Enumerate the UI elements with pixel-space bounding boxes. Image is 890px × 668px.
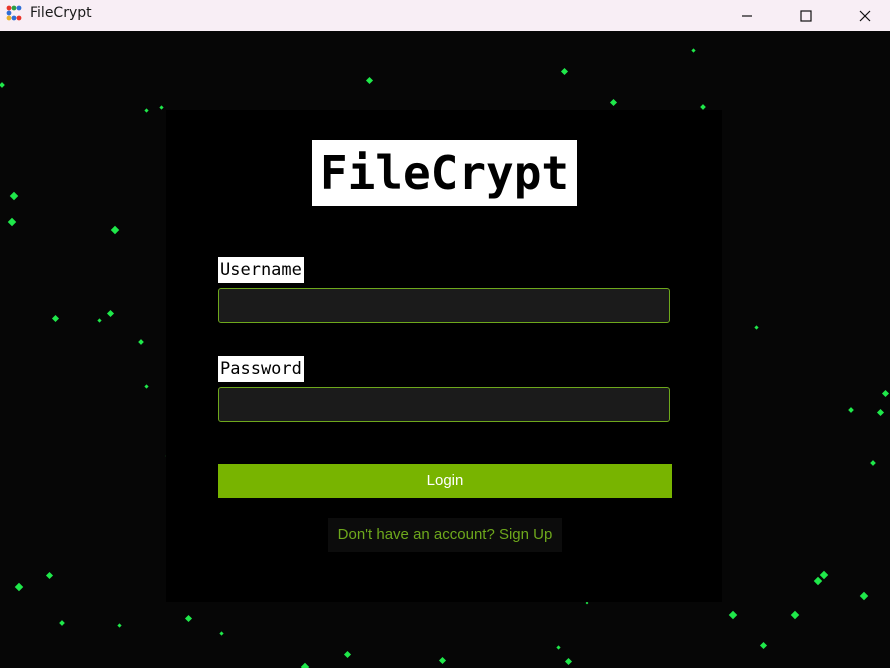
username-label: Username bbox=[218, 257, 304, 283]
particle bbox=[876, 408, 885, 417]
particle bbox=[117, 623, 122, 628]
particle bbox=[691, 48, 696, 53]
particle bbox=[870, 460, 876, 466]
particle bbox=[609, 98, 618, 107]
title-bar[interactable]: FileCrypt bbox=[0, 0, 890, 31]
maximize-icon bbox=[800, 9, 812, 22]
particle bbox=[144, 384, 149, 389]
window-title: FileCrypt bbox=[30, 5, 92, 21]
particle bbox=[7, 217, 17, 227]
particle bbox=[754, 325, 759, 330]
particle bbox=[0, 82, 5, 88]
particle bbox=[365, 76, 374, 85]
particle bbox=[556, 645, 561, 650]
particle bbox=[219, 631, 224, 636]
app-window: FileCrypt FileCrypt Username Password Lo… bbox=[0, 0, 890, 668]
signup-link[interactable]: Don't have an account? Sign Up bbox=[328, 518, 562, 552]
particle bbox=[97, 318, 102, 323]
particle bbox=[138, 339, 144, 345]
particle bbox=[848, 407, 854, 413]
username-input[interactable] bbox=[218, 288, 670, 323]
minimize-icon bbox=[742, 14, 752, 17]
particle bbox=[343, 650, 352, 659]
login-card: FileCrypt Username Password Login Don't … bbox=[166, 110, 722, 602]
main-content: FileCrypt Username Password Login Don't … bbox=[0, 31, 890, 668]
particle bbox=[564, 657, 573, 666]
particle bbox=[700, 104, 706, 110]
particle bbox=[759, 641, 768, 650]
particle bbox=[560, 67, 569, 76]
particle bbox=[144, 108, 149, 113]
particle bbox=[585, 601, 589, 605]
particle bbox=[438, 656, 447, 665]
password-input[interactable] bbox=[218, 387, 670, 422]
particle bbox=[300, 662, 310, 668]
app-grid-icon bbox=[6, 5, 22, 21]
close-button[interactable] bbox=[842, 0, 888, 31]
particle bbox=[9, 191, 19, 201]
particle bbox=[184, 614, 193, 623]
particle bbox=[881, 389, 890, 398]
particle bbox=[859, 591, 869, 601]
password-label: Password bbox=[218, 356, 304, 382]
particle bbox=[14, 582, 24, 592]
particle bbox=[59, 620, 65, 626]
maximize-button[interactable] bbox=[783, 0, 829, 31]
particle bbox=[728, 610, 738, 620]
minimize-button[interactable] bbox=[724, 0, 770, 31]
app-logo: FileCrypt bbox=[312, 140, 577, 206]
particle bbox=[790, 610, 800, 620]
particle bbox=[813, 576, 823, 586]
particle bbox=[51, 314, 60, 323]
particle bbox=[159, 105, 164, 110]
particle bbox=[819, 570, 829, 580]
close-icon bbox=[859, 10, 871, 21]
particle bbox=[110, 225, 120, 235]
particle bbox=[106, 309, 115, 318]
login-button[interactable]: Login bbox=[218, 464, 672, 498]
particle bbox=[45, 571, 54, 580]
